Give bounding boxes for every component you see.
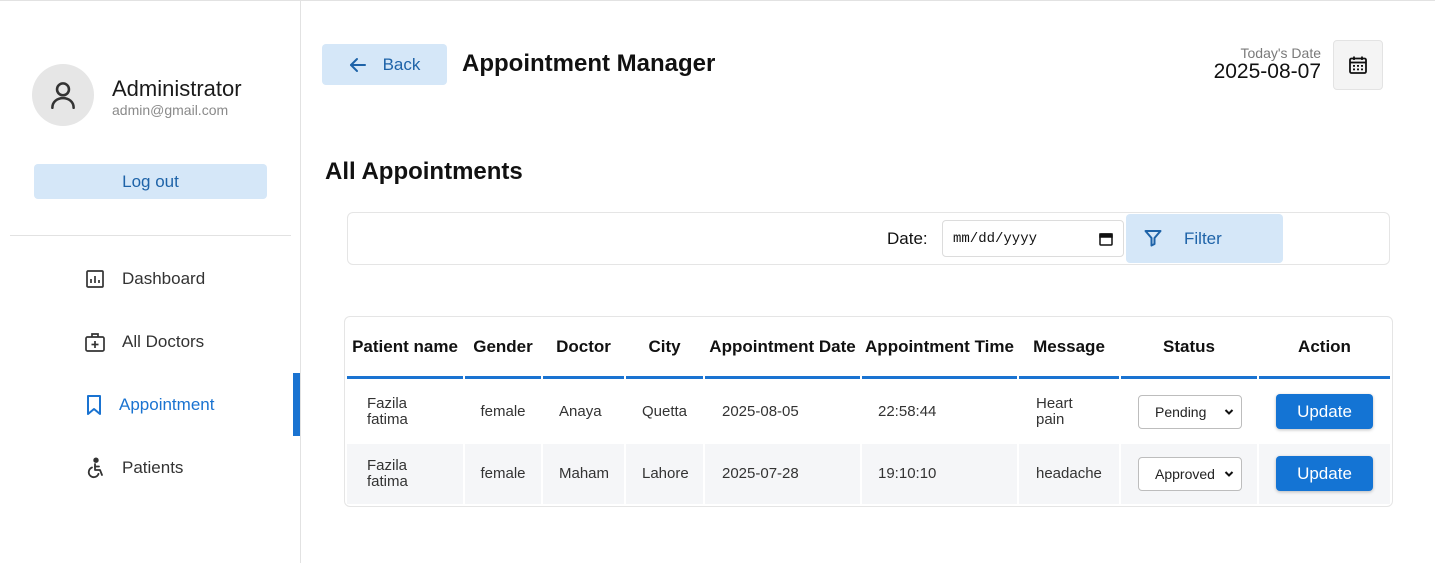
cell-doctor: Maham <box>559 465 610 482</box>
column-header: Patient name <box>347 317 463 379</box>
cell-gender: female <box>480 465 526 482</box>
column-header: Message <box>1019 317 1119 379</box>
user-name: Administrator <box>112 76 242 101</box>
sidebar-divider <box>10 235 291 236</box>
column-header: Action <box>1259 317 1390 379</box>
column-header: Doctor <box>543 317 624 379</box>
user-email: admin@gmail.com <box>112 102 229 118</box>
status-value: Approved <box>1155 466 1215 482</box>
avatar <box>32 64 94 126</box>
sidebar-item-all-doctors[interactable]: All Doctors <box>0 310 300 373</box>
cell-message: Heart pain <box>1036 395 1073 428</box>
calendar-button[interactable] <box>1333 40 1383 90</box>
filter-date-input[interactable]: mm/dd/yyyy <box>942 220 1124 257</box>
status-select[interactable]: Approved <box>1138 457 1242 491</box>
logout-button[interactable]: Log out <box>34 164 267 199</box>
cell-patient-name: Fazila fatima <box>367 395 408 428</box>
arrow-left-icon <box>349 57 366 72</box>
sidebar-item-label: All Doctors <box>122 331 205 351</box>
sidebar: Administrator admin@gmail.com Log out Da… <box>0 1 301 563</box>
chevron-down-icon <box>1224 409 1234 415</box>
bookmark-icon <box>83 394 105 416</box>
section-title: All Appointments <box>325 158 523 185</box>
cell-city: Quetta <box>642 403 688 420</box>
today-date-label: Today's Date <box>1240 45 1322 61</box>
calendar-icon <box>1099 232 1113 246</box>
update-button[interactable]: Update <box>1276 456 1373 491</box>
filter-date-label: Date: <box>887 229 928 248</box>
calendar-icon <box>1349 56 1367 74</box>
filter-button[interactable]: Filter <box>1126 214 1283 263</box>
medical-bag-icon <box>84 331 106 353</box>
column-header: Gender <box>465 317 541 379</box>
sidebar-item-appointment[interactable]: Appointment <box>0 373 300 436</box>
cell-appointment-time: 22:58:44 <box>878 403 937 420</box>
sidebar-item-label: Appointment <box>119 394 215 414</box>
user-icon <box>51 82 75 110</box>
column-header: City <box>626 317 703 379</box>
date-placeholder: mm/dd/yyyy <box>953 230 1038 247</box>
sidebar-item-label: Dashboard <box>122 268 206 288</box>
filter-button-label: Filter <box>1184 229 1222 248</box>
appointments-table: Patient name Gender Doctor City Appointm… <box>344 316 1393 507</box>
cell-appointment-date: 2025-07-28 <box>722 465 799 482</box>
cell-patient-name: Fazila fatima <box>367 457 408 490</box>
column-header: Appointment Time <box>862 317 1017 379</box>
cell-city: Lahore <box>642 465 689 482</box>
back-button[interactable]: Back <box>322 44 447 85</box>
cell-appointment-time: 19:10:10 <box>878 465 937 482</box>
app-window: Administrator admin@gmail.com Log out Da… <box>0 0 1435 563</box>
column-header: Appointment Date <box>705 317 860 379</box>
cell-appointment-date: 2025-08-05 <box>722 403 799 420</box>
funnel-icon <box>1144 230 1162 247</box>
chevron-down-icon <box>1224 471 1234 477</box>
sidebar-item-label: Patients <box>122 457 184 477</box>
cell-message: headache <box>1036 465 1102 482</box>
status-select[interactable]: Pending <box>1138 395 1242 429</box>
column-header: Status <box>1121 317 1257 379</box>
sidebar-item-dashboard[interactable]: Dashboard <box>0 247 300 310</box>
cell-gender: female <box>480 403 526 420</box>
chart-icon <box>84 268 106 290</box>
cell-doctor: Anaya <box>559 403 602 420</box>
accessible-icon <box>84 457 106 479</box>
today-date-value: 2025-08-07 <box>1213 60 1321 83</box>
update-button[interactable]: Update <box>1276 394 1373 429</box>
page-title: Appointment Manager <box>462 50 716 77</box>
status-value: Pending <box>1155 404 1207 420</box>
back-button-label: Back <box>382 54 421 74</box>
sidebar-item-patients[interactable]: Patients <box>0 436 300 499</box>
